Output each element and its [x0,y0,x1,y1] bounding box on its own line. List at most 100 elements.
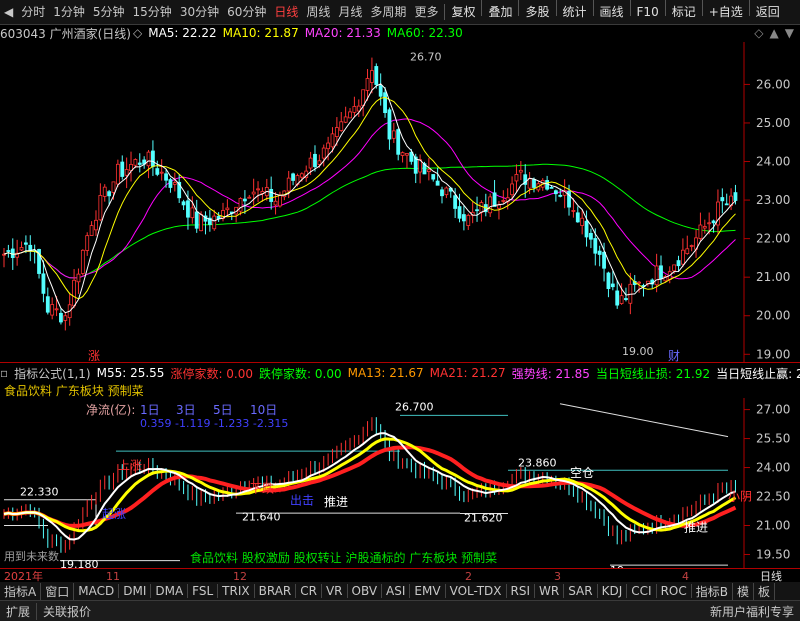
indicator-tab-15[interactable]: WR [535,584,565,598]
candle-body [365,78,370,91]
indicator-tab-4[interactable]: DMA [151,584,189,598]
candle-body [580,217,585,226]
y-tick-label: 27.00 [756,403,790,417]
candle-body [89,225,94,236]
period-0[interactable]: 分时 [17,0,49,24]
indicator-tab-10[interactable]: OBV [348,584,383,598]
netflow-label: 净流(亿): [86,402,135,417]
candle-body [698,224,703,239]
indicator-tab-12[interactable]: EMV [410,584,446,598]
indicator-tab-20[interactable]: 指标B [692,582,733,600]
period-8[interactable]: 月线 [334,0,366,24]
up-arrow-icon[interactable]: ▲ [770,26,779,40]
signal-label: 出击 [290,493,314,507]
candle-body [361,89,366,107]
indicator-tab-3[interactable]: DMI [119,584,152,598]
candle-body [54,308,59,311]
tool-button-6[interactable]: 标记 [668,0,700,24]
candle-body [23,242,28,245]
indicator-tab-0[interactable]: 指标A [0,582,42,600]
tool-button-0[interactable]: 复权 [447,0,479,24]
tool-button-2[interactable]: 多股 [521,0,553,24]
candle-body [435,180,440,186]
indicator-tab-9[interactable]: VR [322,584,348,598]
expand-button[interactable]: 扩展 [0,603,36,620]
candlestick-chart[interactable]: 26.00 25.00 24.00 23.00 22.00 21.00 20.00 19.00… [0,42,800,362]
period-2[interactable]: 5分钟 [89,0,129,24]
period-selector: 分时 1分钟 5分钟 15分钟 30分钟 60分钟 日线 周线 月线 多周期 更多 [17,0,442,24]
candle-body [378,85,383,97]
netflow-day-1: 1日 [140,403,160,417]
candle-body [461,214,466,222]
related-quotes-button[interactable]: 关联报价 [36,602,97,620]
ma20-label: MA20: 21.33 [304,26,381,40]
candle-body [518,169,523,173]
indicator-tab-22[interactable]: 板 [754,582,775,600]
indicator-tab-2[interactable]: MACD [74,584,120,598]
candle-body [120,161,125,177]
indicator-tab-19[interactable]: ROC [657,584,692,598]
tool-button-1[interactable]: 叠加 [484,0,516,24]
candle-body [339,121,344,131]
settings-diamond-icon[interactable]: ◇ [754,26,763,40]
indicator-tab-13[interactable]: VOL-TDX [446,584,507,598]
level-label: 19.180 [60,558,99,568]
indicator-tab-11[interactable]: ASI [382,584,411,598]
indicator-tab-14[interactable]: RSI [507,584,536,598]
period-1[interactable]: 1分钟 [49,0,89,24]
indicator-tab-8[interactable]: CR [296,584,322,598]
indicator-tab-17[interactable]: KDJ [598,584,628,598]
period-6[interactable]: 日线 [270,0,302,24]
tool-button-8[interactable]: 返回 [752,0,784,24]
chevron-left-icon[interactable]: ◀ [0,0,17,24]
indicator-tab-18[interactable]: CCI [627,584,657,598]
candle-body [159,171,164,174]
period-label[interactable]: 日线 [760,569,782,583]
candle-body [549,186,554,189]
candle-body [190,207,195,219]
period-3[interactable]: 15分钟 [129,0,176,24]
candle-body [291,173,295,181]
top-toolbar: ◀ 分时 1分钟 5分钟 15分钟 30分钟 60分钟 日线 周线 月线 多周期 更多 复权 叠加 多股… [0,0,800,25]
y-tick-label: 24.00 [756,461,790,475]
indicator-tab-5[interactable]: FSL [188,584,219,598]
dropdown-icon[interactable]: ◇ [133,26,142,40]
period-10[interactable]: 更多 [410,0,442,24]
candle-body [575,212,580,223]
y-tick-label: 24.00 [756,155,790,169]
candle-body [615,290,620,306]
indicator-tab-7[interactable]: BRAR [255,584,297,598]
candle-body [405,153,409,156]
tool-button-5[interactable]: F10 [633,0,663,24]
indicator-tab-21[interactable]: 模 [733,582,754,600]
tool-button-3[interactable]: 统计 [559,0,591,24]
ma60-label: MA60: 22.30 [386,26,463,40]
period-7[interactable]: 周线 [302,0,334,24]
indicator-chart[interactable]: 27.00 25.50 24.00 22.50 21.00 19.50 26.700 23.… [0,398,800,568]
candle-body [624,298,628,300]
tool-button-4[interactable]: 画线 [596,0,628,24]
welfare-link[interactable]: 新用户福利专享 [704,603,800,620]
down-arrow-icon[interactable]: ▼ [785,26,794,40]
sector-text: 食品饮料 广东板块 预制菜 [4,383,144,398]
date-axis: 2021年 11 12 2 3 4 日线 [0,568,800,583]
period-4[interactable]: 30分钟 [176,0,223,24]
signal-label: 空仓 [570,466,594,480]
period-9[interactable]: 多周期 [366,0,410,24]
candle-body [111,181,116,193]
candle-body [124,169,129,176]
candle-body [444,187,449,196]
tool-button-7[interactable]: +自选 [705,0,747,24]
finance-marker: 财 [668,349,680,362]
candle-body [313,153,317,168]
candle-body [571,209,576,212]
indicator-menu-icon[interactable]: ▫ [0,366,8,380]
candle-body [72,279,76,307]
period-5[interactable]: 60分钟 [223,0,270,24]
candle-body [466,214,471,226]
indicator-tab-16[interactable]: SAR [564,584,598,598]
indicator-tab-1[interactable]: 窗口 [41,582,75,600]
level-label: 23.860 [518,457,557,470]
candle-body [619,295,624,304]
indicator-tab-6[interactable]: TRIX [218,584,255,598]
